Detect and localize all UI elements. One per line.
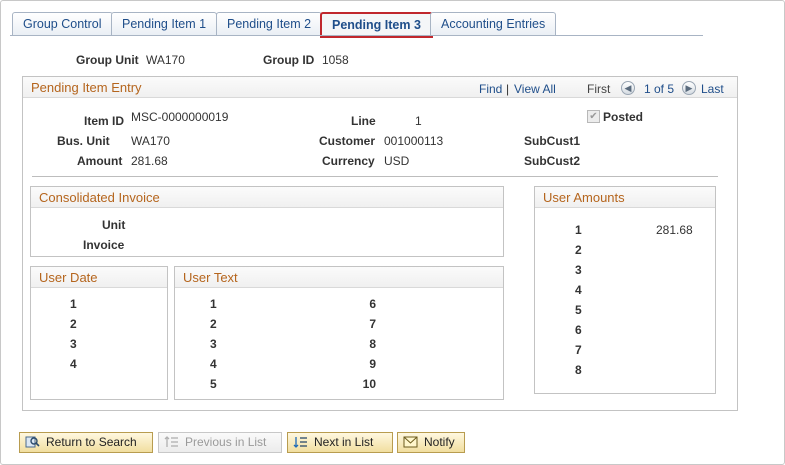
customer-value: 001000113	[384, 134, 444, 148]
tab-label: Pending Item 1	[122, 17, 207, 31]
user-text-header: User Text	[175, 267, 503, 288]
group-unit-value: WA170	[146, 53, 185, 67]
user-text-row-number: 1	[210, 297, 217, 311]
group-id-value: 1058	[322, 53, 349, 67]
previous-row-icon[interactable]: ◀	[621, 81, 635, 95]
user-date-header: User Date	[31, 267, 167, 288]
user-text-title: User Text	[183, 270, 238, 285]
subcust1-label: SubCust1	[524, 134, 581, 148]
customer-label: Customer	[319, 134, 376, 148]
find-link[interactable]: Find	[479, 82, 502, 96]
user-amount-row-number: 7	[575, 343, 582, 357]
user-date-row-number: 4	[70, 357, 77, 371]
posted-checkbox: ✔	[587, 110, 600, 123]
user-text-row-number: 3	[210, 337, 217, 351]
notify-icon	[403, 436, 418, 448]
user-amount-row-number: 4	[575, 283, 582, 297]
tab-accounting-entries[interactable]: Accounting Entries	[430, 12, 557, 36]
user-amounts-header: User Amounts	[535, 187, 715, 208]
consolidated-invoice-header: Consolidated Invoice	[31, 187, 503, 208]
first-label: First	[587, 82, 611, 96]
user-amount-row-number: 3	[575, 263, 582, 277]
return-to-search-label: Return to Search	[46, 435, 137, 449]
user-amount-row-number: 8	[575, 363, 582, 377]
group-unit-label: Group Unit	[76, 53, 139, 67]
user-text-row-number: 8	[369, 337, 376, 351]
amount-label: Amount	[77, 154, 123, 168]
user-text-row-number: 9	[369, 357, 376, 371]
user-amounts-title: User Amounts	[543, 190, 625, 205]
tab-divider	[10, 35, 703, 36]
user-amount-row-number: 2	[575, 243, 582, 257]
user-date-row-number: 1	[70, 297, 77, 311]
posted-label: Posted	[603, 110, 644, 124]
next-in-list-icon	[293, 437, 307, 448]
tab-label: Pending Item 3	[332, 18, 421, 32]
previous-in-list-button[interactable]: Previous in List	[158, 432, 282, 453]
item-id-label: Item ID	[84, 114, 125, 128]
tab-label: Pending Item 2	[227, 17, 312, 31]
notify-label: Notify	[424, 435, 455, 449]
search-return-icon	[25, 436, 40, 448]
panel-title: Pending Item Entry	[31, 80, 142, 95]
amount-value: 281.68	[131, 154, 168, 168]
tab-pending-item-2[interactable]: Pending Item 2	[216, 12, 323, 36]
user-date-row-number: 2	[70, 317, 77, 331]
line-value: 1	[415, 114, 422, 128]
user-amount-1-value: 281.68	[656, 223, 693, 237]
previous-in-list-label: Previous in List	[185, 435, 267, 449]
user-text-panel: User Text	[174, 266, 504, 400]
user-text-row-number: 4	[210, 357, 217, 371]
nav-separator: |	[506, 82, 510, 96]
row-counter: 1 of 5	[644, 82, 675, 96]
next-row-icon[interactable]: ▶	[682, 81, 696, 95]
tab-pending-item-1[interactable]: Pending Item 1	[111, 12, 218, 36]
item-id-value: MSC-0000000019	[131, 110, 229, 124]
next-in-list-label: Next in List	[314, 435, 374, 449]
consolidated-invoice-title: Consolidated Invoice	[39, 190, 160, 205]
notify-button[interactable]: Notify	[397, 432, 465, 453]
user-date-title: User Date	[39, 270, 98, 285]
tab-label: Accounting Entries	[441, 17, 546, 31]
last-link[interactable]: Last	[701, 82, 724, 96]
subcust2-label: SubCust2	[524, 154, 581, 168]
user-date-row-number: 3	[70, 337, 77, 351]
previous-in-list-icon	[164, 436, 178, 447]
unit-label: Unit	[102, 218, 126, 232]
user-text-row-number: 10	[362, 377, 376, 391]
tab-group-control[interactable]: Group Control	[12, 12, 113, 36]
bus-unit-value: WA170	[131, 134, 170, 148]
user-text-row-number: 7	[369, 317, 376, 331]
user-amount-row-number: 5	[575, 303, 582, 317]
currency-value: USD	[384, 154, 410, 168]
user-text-row-number: 5	[210, 377, 217, 391]
view-all-link[interactable]: View All	[514, 82, 556, 96]
section-divider	[32, 176, 718, 177]
bus-unit-label: Bus. Unit	[57, 134, 110, 148]
line-label: Line	[351, 114, 376, 128]
user-amount-row-number: 1	[575, 223, 582, 237]
return-to-search-button[interactable]: Return to Search	[19, 432, 153, 453]
invoice-label: Invoice	[83, 238, 125, 252]
user-text-row-number: 2	[210, 317, 217, 331]
user-date-panel: User Date	[30, 266, 168, 400]
group-id-label: Group ID	[263, 53, 315, 67]
tab-label: Group Control	[23, 17, 102, 31]
user-text-row-number: 6	[369, 297, 376, 311]
currency-label: Currency	[322, 154, 375, 168]
next-in-list-button[interactable]: Next in List	[287, 432, 393, 453]
user-amounts-panel: User Amounts	[534, 186, 716, 394]
user-amount-row-number: 6	[575, 323, 582, 337]
